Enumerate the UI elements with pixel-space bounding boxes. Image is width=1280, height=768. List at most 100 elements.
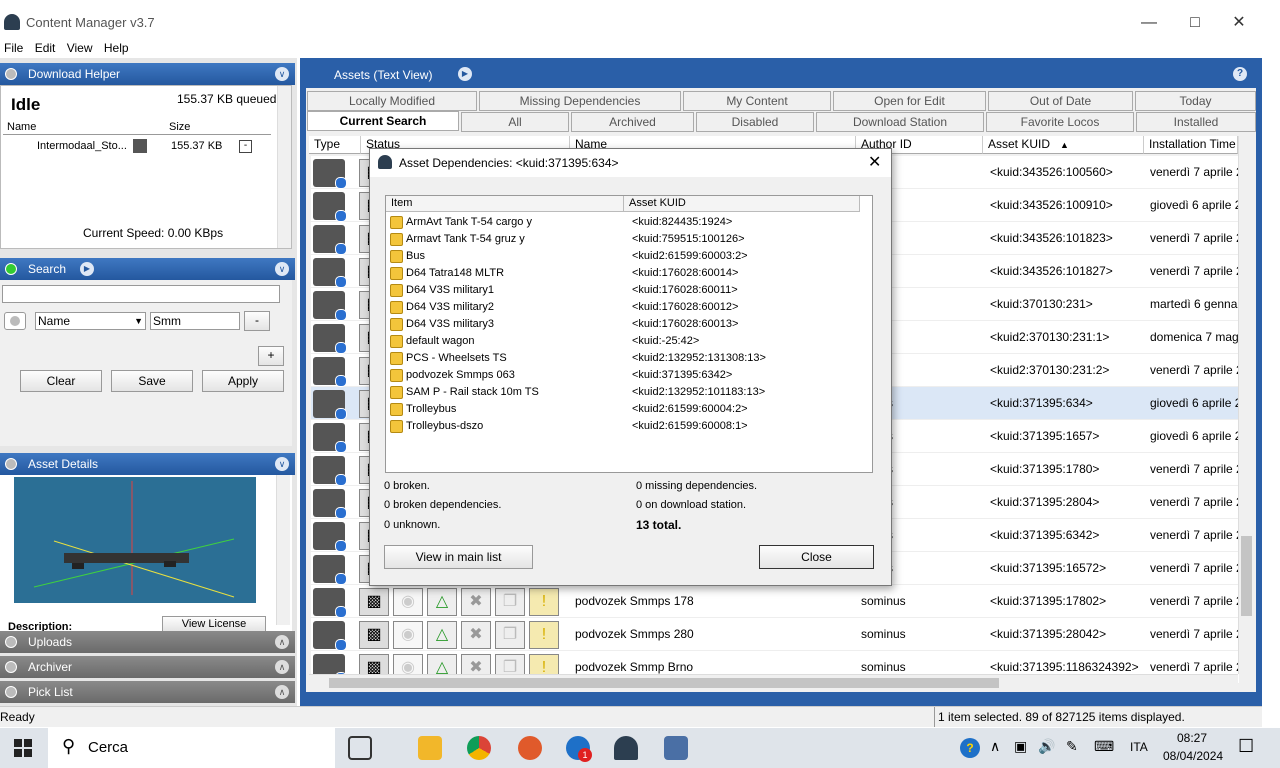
task-view-icon[interactable]	[348, 736, 372, 760]
dependency-row[interactable]: podvozek Smmps 063 <kuid:371395:6342>	[388, 367, 858, 384]
dependency-row[interactable]: D64 Tatra148 MLTR <kuid:176028:60014>	[388, 265, 858, 282]
menu-view[interactable]: View	[63, 38, 97, 55]
asset-list-vscrollbar[interactable]	[1238, 136, 1254, 674]
dependency-row[interactable]: PCS - Wheelsets TS <kuid2:132952:131308:1…	[388, 350, 858, 367]
col-item[interactable]: Item	[386, 196, 624, 212]
details-scrollbar[interactable]	[276, 475, 290, 625]
remove-rule-button[interactable]: -	[244, 311, 270, 331]
asset-list-hscrollbar[interactable]	[309, 674, 1238, 690]
tab-today[interactable]: Today	[1135, 91, 1256, 111]
download-helper-panel: Idle 155.37 KB queued Name Size Intermod…	[0, 85, 292, 249]
expand-icon[interactable]: ∧	[275, 660, 289, 674]
tab-archived[interactable]: Archived	[571, 112, 694, 132]
table-row[interactable]: ▩ ◉ △ ✖ ❐! podvozek Smmps 178 sominus <kuid:371…	[311, 585, 1239, 618]
dependency-row[interactable]: D64 V3S military2 <kuid:176028:60012>	[388, 299, 858, 316]
menu-help[interactable]: Help	[100, 38, 133, 55]
tab-all[interactable]: All	[461, 112, 569, 132]
col-name[interactable]: Name	[7, 121, 36, 133]
network-icon[interactable]: ▣	[1014, 738, 1027, 755]
add-rule-button[interactable]: +	[258, 346, 284, 366]
dependency-row[interactable]: Trolleybus <kuid2:61599:60004:2>	[388, 401, 858, 418]
view-options-icon[interactable]: ▶	[458, 67, 472, 81]
menu-file[interactable]: File	[0, 38, 27, 55]
chrome-icon[interactable]	[467, 736, 491, 760]
tab-installed[interactable]: Installed	[1136, 112, 1256, 132]
tab-missing-dependencies[interactable]: Missing Dependencies	[479, 91, 681, 111]
help-icon[interactable]: ?	[1233, 67, 1247, 81]
trainz-icon[interactable]	[664, 736, 688, 760]
input-language[interactable]: ITA	[1130, 740, 1148, 754]
col-installation-time[interactable]: Installation Time	[1144, 136, 1238, 154]
chevron-up-icon[interactable]: ∧	[990, 738, 1000, 755]
save-button[interactable]: Save	[111, 370, 193, 392]
dependency-row[interactable]: default wagon <kuid:-25:42>	[388, 333, 858, 350]
tab-open-for-edit[interactable]: Open for Edit	[833, 91, 986, 111]
search-options-icon[interactable]: ▶	[80, 262, 94, 276]
apply-button[interactable]: Apply	[202, 370, 284, 392]
search-field-select[interactable]: Name ▼	[35, 312, 146, 330]
close-button[interactable]: Close	[759, 545, 874, 569]
notifications-icon[interactable]: ☐	[1238, 736, 1254, 757]
col-type[interactable]: Type	[309, 136, 361, 154]
search-input[interactable]	[2, 285, 280, 303]
dependency-row[interactable]: SAM P - Rail stack 10m TS <kuid2:132952:1…	[388, 384, 858, 401]
hscroll-thumb[interactable]	[329, 678, 999, 688]
tab-locally-modified[interactable]: Locally Modified	[307, 91, 477, 111]
col-asset-kuid[interactable]: Asset KUID ▲	[983, 136, 1144, 154]
volume-icon[interactable]: 🔊	[1038, 738, 1055, 755]
download-helper-header[interactable]: Download Helper ∨	[0, 63, 295, 85]
dependency-row[interactable]: Bus <kuid2:61599:60003:2>	[388, 248, 858, 265]
app-icon[interactable]: 1	[566, 736, 592, 762]
collapse-icon[interactable]: ∨	[275, 67, 289, 81]
search-value-field[interactable]: Smm	[150, 312, 240, 330]
keyboard-icon[interactable]: ⌨	[1094, 738, 1114, 755]
minimize-icon[interactable]: —	[1126, 10, 1172, 36]
help-tray-icon[interactable]: ?	[960, 738, 980, 758]
clock-date[interactable]: 08/04/2024	[1163, 749, 1223, 763]
expand-icon[interactable]: ∧	[275, 685, 289, 699]
close-icon[interactable]: ✕	[1216, 10, 1262, 36]
archiver-header[interactable]: Archiver ∧	[0, 656, 295, 678]
content-manager-taskbar-icon[interactable]	[614, 736, 638, 760]
dependency-row[interactable]: Armavt Tank T-54 gruz y <kuid:759515:1001…	[388, 231, 858, 248]
collapse-icon[interactable]: ∨	[275, 262, 289, 276]
dependency-row[interactable]: D64 V3S military1 <kuid:176028:60011>	[388, 282, 858, 299]
uploads-header[interactable]: Uploads ∧	[0, 631, 295, 653]
remove-item-icon[interactable]: -	[239, 140, 252, 153]
search-header[interactable]: Search ▶ ∨	[0, 258, 295, 280]
clock-time[interactable]: 08:27	[1177, 731, 1207, 745]
dialog-title: Asset Dependencies: <kuid:371395:634>	[399, 156, 619, 170]
windows-start-icon[interactable]	[14, 739, 32, 757]
tab-current-search[interactable]: Current Search	[307, 111, 459, 131]
pick-list-header[interactable]: Pick List ∧	[0, 681, 295, 703]
menu-edit[interactable]: Edit	[31, 38, 60, 55]
dependency-row[interactable]: ArmAvt Tank T-54 cargo y <kuid:824435:192…	[388, 214, 858, 231]
tab-download-station[interactable]: Download Station	[816, 112, 984, 132]
maximize-icon[interactable]: □	[1172, 10, 1218, 36]
tab-favorite-locos[interactable]: Favorite Locos	[986, 112, 1134, 132]
dependency-row[interactable]: Trolleybus-dszo <kuid2:61599:60008:1>	[388, 418, 858, 435]
vscroll-thumb[interactable]	[1241, 536, 1252, 616]
asset-kuid: <kuid:371395:16572>	[990, 561, 1107, 575]
tab-disabled[interactable]: Disabled	[696, 112, 814, 132]
col-size[interactable]: Size	[169, 121, 190, 133]
pen-icon[interactable]: ✎	[1066, 738, 1078, 755]
tab-out-of-date[interactable]: Out of Date	[988, 91, 1133, 111]
file-explorer-icon[interactable]	[418, 736, 442, 760]
expand-icon[interactable]: ∧	[275, 635, 289, 649]
search-rule-toggle[interactable]	[4, 312, 26, 330]
collapse-icon[interactable]: ∨	[275, 457, 289, 471]
ccleaner-icon[interactable]	[518, 736, 542, 760]
dialog-close-icon[interactable]: ✕	[868, 152, 881, 172]
dependency-row[interactable]: D64 V3S military3 <kuid:176028:60013>	[388, 316, 858, 333]
download-item[interactable]: Intermodaal_Sto... 155.37 KB -	[3, 138, 271, 156]
download-scrollbar[interactable]	[277, 86, 291, 248]
tab-my-content[interactable]: My Content	[683, 91, 831, 111]
clear-button[interactable]: Clear	[20, 370, 102, 392]
taskbar-search-box[interactable]: ⚲ Cerca	[48, 728, 335, 768]
col-asset-kuid[interactable]: Asset KUID	[624, 196, 860, 212]
view-in-main-list-button[interactable]: View in main list	[384, 545, 533, 569]
asset-details-header[interactable]: Asset Details ∨	[0, 453, 295, 475]
table-row[interactable]: ▩ ◉ △ ✖ ❐! podvozek Smmps 280 sominus <kuid:371…	[311, 618, 1239, 651]
view-license-button[interactable]: View License	[162, 616, 266, 632]
